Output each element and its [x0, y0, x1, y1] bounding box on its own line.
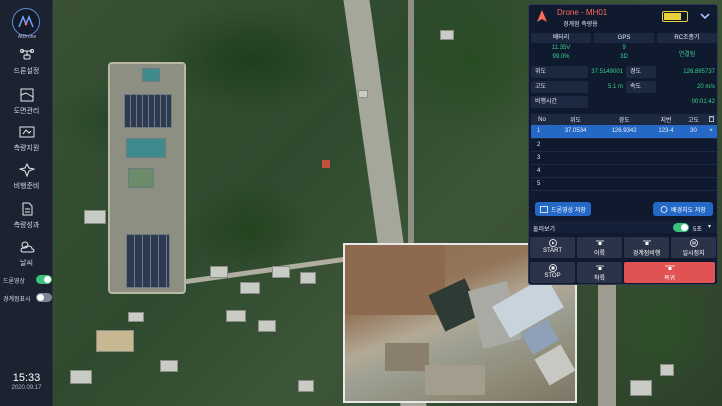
panel-header: Drone - MH01 경계점 측량용 — [529, 5, 717, 31]
toggle-label: 드론영상 — [3, 279, 26, 285]
document-icon — [22, 202, 32, 216]
flight-time-label: 비행시간 — [531, 96, 588, 108]
gps-fix: 3D — [620, 54, 628, 60]
clock-time: 15:33 — [12, 372, 41, 384]
toggle-drone-video-row: 드론영상 — [3, 274, 53, 286]
longitude-value: 126.895737 — [683, 69, 715, 75]
weather-icon — [19, 241, 35, 253]
boundary-flight-button[interactable]: 경계점비행 — [624, 237, 669, 258]
speed-label: 속도 — [626, 81, 656, 93]
col-no: No — [531, 114, 553, 125]
sidebar-item-map-management[interactable]: 도면관리 — [0, 88, 53, 126]
stop-icon — [548, 264, 557, 272]
survey-icon — [19, 126, 34, 138]
treatment-plant — [108, 62, 186, 294]
table-row[interactable]: 2 — [531, 138, 717, 152]
boundary-points-toggle[interactable] — [36, 293, 52, 302]
takeoff-button[interactable]: 이륙 — [577, 237, 622, 258]
clock-date: 2020.09.17 — [11, 385, 42, 391]
rc-header: RC조종기 — [657, 33, 717, 43]
gps-header: GPS — [594, 33, 654, 43]
drone-icon — [642, 240, 651, 245]
waypoint-table: No 위도 경도 지번 고도 1 37.0534 126.9342 123-4 … — [531, 114, 717, 191]
save-map-button[interactable]: 배경지도 저장 — [653, 202, 713, 216]
drone-video-toggle[interactable] — [36, 275, 52, 284]
drone-icon — [595, 240, 604, 245]
look-around-label: 둘러보기 — [533, 227, 556, 233]
waypoint-header-row: No 위도 경도 지번 고도 — [531, 114, 717, 125]
battery-percent: 99.0% — [552, 54, 570, 60]
drone-control-panel: Drone - MH01 경계점 측량용 배터리 GPS RC조종기 11.35… — [528, 4, 718, 285]
app-root: { "sidebar": { "logo_text": "AIDrone", "… — [0, 0, 722, 406]
interval-select[interactable]: 5초 — [693, 224, 702, 233]
stop-button[interactable]: STOP — [530, 262, 575, 283]
land-button[interactable]: 착륙 — [577, 262, 622, 283]
altitude-label: 고도 — [531, 81, 588, 93]
table-row[interactable]: 1 37.0534 126.9342 123-4 30 × — [531, 125, 717, 139]
sidebar-item-label: 측량지원 — [13, 145, 40, 152]
battery-voltage: 11.35V — [551, 45, 571, 51]
sidebar-item-label: 날씨 — [20, 260, 33, 267]
logo-icon — [12, 8, 40, 36]
rc-status: 연결됨 — [678, 52, 696, 58]
sidebar-item-label: 측량성과 — [13, 222, 40, 229]
table-row[interactable]: 3 — [531, 151, 717, 165]
toggle-boundary-row: 경계점표시 — [3, 292, 53, 304]
save-video-button[interactable]: 드론영상 저장 — [535, 202, 591, 216]
flight-time-value: 00:01:42 — [691, 99, 715, 105]
table-row[interactable]: 5 — [531, 177, 717, 191]
sidebar-item-survey-results[interactable]: 측량성과 — [0, 202, 53, 240]
video-icon — [540, 205, 548, 213]
sidebar-item-label: 드론설정 — [13, 68, 40, 75]
col-lot: 지번 — [650, 114, 683, 125]
longitude-label: 경도 — [626, 66, 656, 78]
col-lat: 위도 — [553, 114, 599, 125]
clock: 15:33 2020.09.17 — [0, 372, 53, 391]
logo-text: AIDrone — [17, 34, 37, 40]
flight-prep-icon — [18, 163, 35, 177]
map-icon — [20, 88, 33, 102]
toggle-label: 경계점표시 — [3, 297, 31, 303]
look-around-row: 둘러보기 5초 ▾ — [529, 221, 717, 233]
start-button[interactable]: START — [530, 237, 575, 258]
latitude-label: 위도 — [531, 66, 588, 78]
trash-icon[interactable] — [705, 114, 717, 125]
drone-icon — [664, 265, 675, 270]
gps-count: 9 — [622, 45, 626, 51]
col-lon: 경도 — [598, 114, 651, 125]
sidebar-item-weather[interactable]: 날씨 — [0, 240, 53, 278]
latitude-value: 37.5149001 — [591, 69, 623, 75]
drone-icon — [19, 49, 34, 60]
battery-header: 배터리 — [531, 33, 591, 43]
close-icon[interactable]: × — [705, 125, 717, 139]
table-row[interactable]: 4 — [531, 164, 717, 178]
globe-icon — [660, 205, 668, 213]
altitude-value: 5.1 m — [607, 84, 623, 90]
return-button[interactable]: 복귀 — [624, 262, 715, 283]
pause-icon — [689, 239, 698, 247]
sidebar: AIDrone 드론설정 도면관리 측량지원 비행준비 측량성과 날씨 드론영상 — [0, 0, 53, 406]
col-alt: 고도 — [682, 114, 705, 125]
status-headers: 배터리 GPS RC조종기 — [531, 33, 717, 43]
battery-icon — [662, 11, 688, 22]
drone-mode: 경계점 측량용 — [563, 22, 598, 28]
pause-button[interactable]: 일시정지 — [671, 237, 716, 258]
chevron-down-icon[interactable]: ▾ — [708, 223, 711, 230]
sidebar-item-drone-settings[interactable]: 드론설정 — [0, 48, 53, 86]
drone-name: Drone - MH01 — [557, 8, 608, 17]
sidebar-item-survey-support[interactable]: 측량지원 — [0, 125, 53, 163]
speed-value: 20 m/s — [696, 84, 715, 90]
play-icon — [548, 239, 557, 247]
sidebar-item-label: 비행준비 — [13, 183, 40, 190]
drone-icon — [595, 265, 604, 270]
target-marker — [322, 160, 330, 168]
sidebar-item-flight-prep[interactable]: 비행준비 — [0, 163, 53, 201]
chevron-down-icon[interactable] — [699, 11, 711, 21]
sidebar-item-label: 도면관리 — [13, 108, 40, 115]
look-around-toggle[interactable] — [673, 223, 689, 232]
drone-icon — [537, 10, 547, 22]
